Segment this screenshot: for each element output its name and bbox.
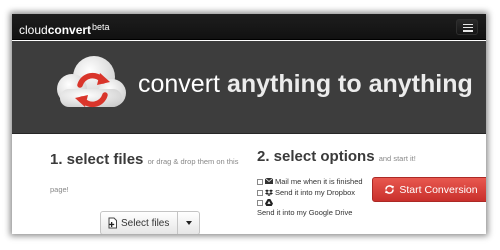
step1-heading: 1. select files or drag & drop them on t…	[50, 147, 245, 203]
option-dropbox: Send it into my Dropbox	[257, 188, 369, 199]
step2-title: 2. select options	[257, 148, 375, 165]
brand-logo[interactable]: cloudconvertbeta	[19, 20, 110, 37]
headline-bold: anything to anything	[226, 70, 473, 98]
main-content: 1. select files or drag & drop them on t…	[12, 135, 486, 234]
headline-plain: convert	[138, 70, 227, 98]
brand-beta: beta	[92, 22, 110, 32]
google-drive-checkbox[interactable]	[257, 200, 263, 206]
step2-heading: 2. select options and start it!	[257, 147, 486, 169]
option-dropbox-label: Send it into my Dropbox	[275, 187, 356, 197]
step2-hint: and start it!	[378, 154, 416, 163]
app-window: cloudconvertbeta convert anything to any…	[12, 14, 486, 234]
caret-down-icon	[185, 221, 192, 225]
hero-banner: convert anything to anything	[12, 41, 486, 134]
option-google-drive: Send it into my Google Drive	[257, 198, 369, 219]
select-files-group: Select files	[100, 211, 201, 234]
cloud-refresh-icon	[57, 56, 126, 108]
step1-section: 1. select files or drag & drop them on t…	[50, 147, 245, 234]
brand-light: cloud	[19, 23, 48, 37]
dropbox-checkbox[interactable]	[257, 189, 263, 196]
option-mail: Mail me when it is finished	[257, 177, 369, 188]
brand-bold: convert	[47, 23, 92, 37]
envelope-icon	[265, 178, 273, 184]
start-conversion-button[interactable]: Start Conversion	[372, 177, 486, 202]
mail-checkbox[interactable]	[257, 179, 263, 185]
navbar: cloudconvertbeta	[12, 14, 486, 40]
refresh-icon	[385, 185, 395, 194]
select-files-button[interactable]: Select files	[100, 211, 179, 234]
select-files-dropdown[interactable]	[178, 211, 201, 234]
select-files-label: Select files	[121, 217, 170, 229]
dropbox-icon	[265, 189, 273, 196]
google-drive-icon	[265, 199, 273, 206]
option-mail-label: Mail me when it is finished	[275, 177, 363, 186]
file-add-icon	[108, 217, 117, 229]
hero-headline: convert anything to anything	[138, 69, 473, 99]
options-list: Mail me when it is finished Send it into…	[257, 177, 369, 219]
step2-section: 2. select options and start it! Mail me …	[257, 147, 486, 217]
step1-title: 1. select files	[50, 151, 144, 168]
start-conversion-label: Start Conversion	[399, 183, 478, 196]
option-google-drive-label: Send it into my Google Drive	[257, 208, 353, 217]
hamburger-menu-icon[interactable]	[456, 19, 478, 35]
